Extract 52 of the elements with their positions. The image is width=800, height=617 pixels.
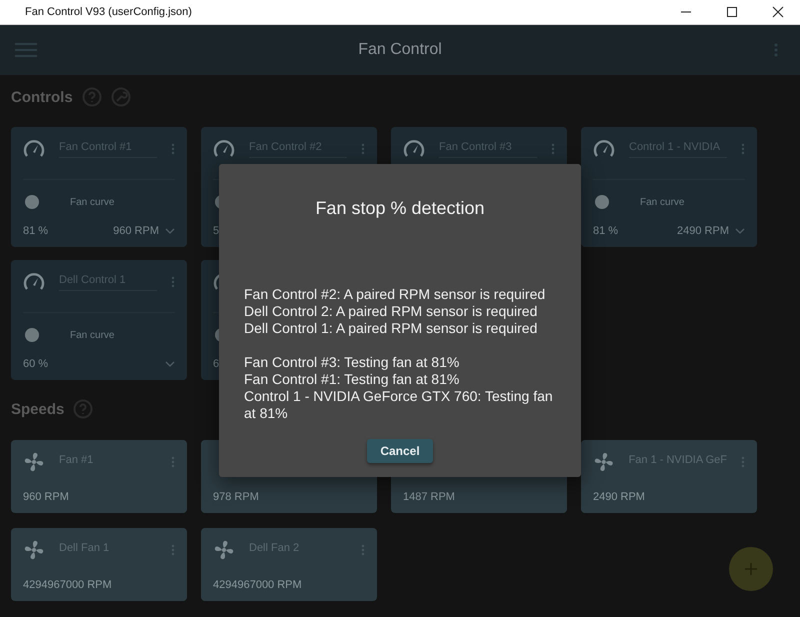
message-line: Dell Control 1: A paired RPM sensor is required (244, 320, 538, 337)
mode-dropdown[interactable]: Fan curve (70, 330, 114, 340)
gauge-icon (593, 139, 615, 159)
more-icon[interactable] (171, 143, 175, 155)
close-icon[interactable] (772, 6, 784, 18)
percent-value: 81 % (593, 225, 618, 237)
rpm-value: 1487 RPM (403, 491, 456, 503)
percent-value: 60 % (23, 358, 48, 370)
rpm-value: 2490 RPM (593, 491, 646, 503)
rpm-value: 4294967000 RPM (23, 579, 113, 591)
message-line: Dell Control 2: A paired RPM sensor is required (244, 303, 538, 320)
percent-value: 6 (213, 358, 220, 370)
more-icon[interactable] (551, 143, 555, 155)
more-icon[interactable] (361, 143, 365, 155)
more-icon[interactable] (741, 143, 745, 155)
message-line: Fan Control #2: A paired RPM sensor is required (244, 286, 546, 303)
maximize-icon[interactable] (726, 6, 738, 18)
rpm-value: 960 RPM (113, 225, 159, 237)
cancel-button[interactable]: Cancel (367, 439, 433, 463)
message-line: Fan Control #1: Testing fan at 81% (244, 371, 460, 388)
fan-icon (23, 539, 45, 561)
message-line: Control 1 - NVIDIA GeForce GTX 760: Testing fan at 81% (244, 388, 554, 422)
toggle-switch[interactable] (25, 195, 39, 209)
toggle-switch[interactable] (595, 195, 609, 209)
gauge-icon (213, 139, 235, 159)
app-title: Fan Control (358, 41, 442, 59)
dialog-title: Fan stop % detection (315, 198, 485, 219)
rpm-value: 978 RPM (213, 491, 260, 503)
chevron-down-icon[interactable] (165, 228, 175, 234)
rpm-value: 960 RPM (23, 491, 70, 503)
chevron-down-icon[interactable] (165, 361, 175, 367)
gauge-icon (23, 272, 45, 292)
toggle-switch[interactable] (25, 328, 39, 342)
menu-icon[interactable] (15, 42, 37, 58)
section-heading: Speeds (11, 400, 64, 418)
rpm-value: 2490 RPM (677, 225, 729, 237)
section-heading: Controls (11, 88, 73, 106)
rpm-value: 4294967000 RPM (213, 579, 303, 591)
more-icon[interactable] (171, 276, 175, 288)
fan-icon (23, 451, 45, 473)
gauge-icon (23, 139, 45, 159)
percent-value: 5 (213, 225, 220, 237)
fan-icon (213, 539, 235, 561)
chevron-down-icon[interactable] (735, 228, 745, 234)
window-title: Fan Control V93 (userConfig.json) (25, 6, 192, 18)
fan-icon (593, 451, 615, 473)
percent-value: 81 % (23, 225, 48, 237)
message-line: Fan Control #3: Testing fan at 81% (244, 354, 460, 371)
add-button[interactable] (729, 547, 773, 591)
mode-dropdown[interactable]: Fan curve (70, 196, 114, 208)
mode-dropdown[interactable]: Fan curve (640, 196, 684, 208)
gauge-icon (403, 139, 425, 159)
